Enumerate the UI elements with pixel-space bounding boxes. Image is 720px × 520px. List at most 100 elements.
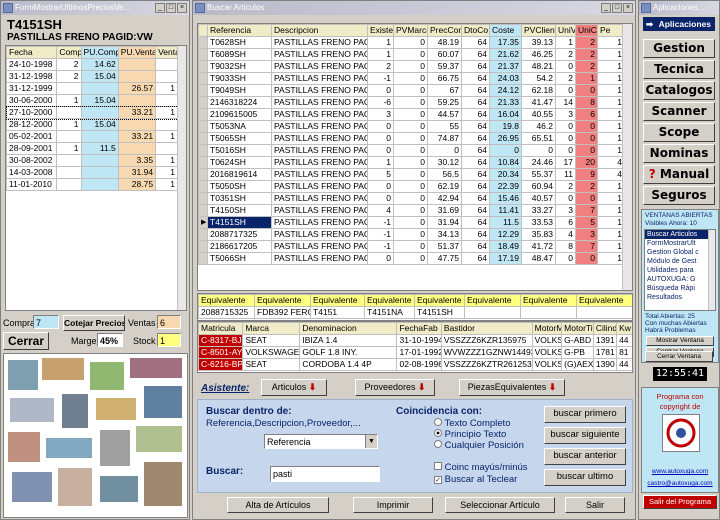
column-header[interactable]: PU.Compra <box>80 46 119 59</box>
radio-principio-texto[interactable]: Principio Texto <box>434 429 506 440</box>
table-row[interactable]: 2088715325FDB392 FERODT4151T4151NAT4151S… <box>198 306 632 319</box>
table-row[interactable]: 2109615005 PASTILLAS FRENO PAG 3 0 44.57 64 16… <box>198 108 625 121</box>
seguros-button[interactable]: Seguros <box>643 186 715 205</box>
close-icon[interactable]: × <box>177 3 187 13</box>
close-icon[interactable]: × <box>623 3 633 13</box>
table-row[interactable]: 30-08-2002 3.35 1 <box>6 154 178 167</box>
email-link[interactable]: castro@autoxuga.com <box>642 480 718 487</box>
table-row[interactable]: T5050SH PASTILLAS FRENO PAG 0 0 62.19 64 22.39… <box>198 180 625 193</box>
table-row[interactable]: T5065SH PASTILLAS FRENO PAG 0 0 74.87 64 26.95… <box>198 132 625 145</box>
manual-button[interactable]: ? Manual <box>643 165 715 184</box>
table-row[interactable]: 30-06-2000 1 15.04 <box>6 94 178 107</box>
mostrar-ventana-button[interactable]: Mostrar Ventana <box>646 336 714 346</box>
cotejar-precios-button[interactable]: Cotejar Precios <box>63 315 125 331</box>
tecnica-button[interactable]: Tecnica <box>643 60 715 79</box>
column-header[interactable]: Equivalente <box>520 294 577 307</box>
list-item[interactable]: Utilidades para <box>645 266 715 275</box>
gestion-button[interactable]: Gestion <box>643 39 715 58</box>
column-header[interactable]: Compr <box>56 46 82 59</box>
table-row[interactable]: 27-10-2000 33.21 1 <box>6 105 179 120</box>
table-row[interactable]: ▶ T4151SH PASTILLAS FRENO PAG -1 0 31.94 64 11.… <box>198 216 625 229</box>
salir-button[interactable]: Salir <box>565 497 625 513</box>
url-link[interactable]: www.autoxuga.com <box>642 468 718 475</box>
nominas-button[interactable]: Nominas <box>643 144 715 163</box>
salir-programa-button[interactable]: Salir del Programa <box>643 495 717 509</box>
column-header[interactable]: Equivalente <box>464 294 521 307</box>
list-item[interactable]: Resultados <box>645 293 715 302</box>
column-header[interactable]: Venta <box>155 46 178 59</box>
tab-piezas-equivalentes[interactable]: PiezasEquivalentes ⬇ <box>459 379 565 396</box>
table-row[interactable]: T5066SH PASTILLAS FRENO PAG 0 0 47.75 64 17.19… <box>198 252 625 265</box>
table-row[interactable]: T0624SH PASTILLAS FRENO PAG 1 0 30.12 64 10.84… <box>198 156 625 169</box>
check-teclear[interactable]: ✓ Buscar al Teclear <box>434 474 517 485</box>
imprimir-button[interactable]: Imprimir <box>353 497 433 513</box>
column-header[interactable]: Fecha <box>6 46 58 59</box>
buscar-primero-button[interactable]: buscar primero <box>544 406 626 423</box>
column-header[interactable]: Matricula <box>198 322 244 335</box>
column-header[interactable]: Equivalente <box>414 294 465 307</box>
column-header[interactable]: Equivalente <box>254 294 311 307</box>
maximize-icon[interactable]: □ <box>166 3 176 13</box>
column-header[interactable]: FechaFab <box>396 322 442 335</box>
minimize-icon[interactable]: _ <box>155 3 165 13</box>
column-header[interactable]: Existen <box>367 24 394 37</box>
tab-articulos[interactable]: Articulos ⬇ <box>261 379 327 396</box>
table-row[interactable]: T4150SH PASTILLAS FRENO PAG 4 0 31.69 64 11.41… <box>198 204 625 217</box>
column-header[interactable]: UniC <box>575 24 598 37</box>
scanner-button[interactable]: Scanner <box>643 102 715 121</box>
table-row[interactable]: 14-03-2008 31.94 1 <box>6 166 178 179</box>
compras-field[interactable]: 7 <box>33 315 59 329</box>
table-row[interactable]: 2146318224 PASTILLAS FRENO PAG -6 0 59.25 64 2… <box>198 96 625 109</box>
scope-button[interactable]: Scope <box>643 123 715 142</box>
list-item[interactable]: Gestion Global c <box>645 248 715 257</box>
stock-field[interactable]: 1 <box>157 333 181 347</box>
table-row[interactable]: C-6216-BP SEAT CORDOBA 1.4 4P 02-08-1996 VSS… <box>198 358 632 371</box>
table-row[interactable]: 31-12-1999 26.57 1 <box>6 82 178 95</box>
cerrar-button[interactable]: Cerrar <box>3 332 49 350</box>
buscar-siguiente-button[interactable]: buscar siguiente <box>544 427 626 444</box>
cerrar-ventana-button[interactable]: Cerrar Ventana <box>645 351 713 362</box>
buscar-anterior-button[interactable]: buscar anterior <box>544 448 626 465</box>
margen-field[interactable]: 45% <box>97 333 123 347</box>
catalogos-button[interactable]: Catalogos <box>643 81 715 100</box>
buscar-ultimo-button[interactable]: buscar ultimo <box>544 469 626 486</box>
column-header[interactable]: Coste <box>489 24 522 37</box>
column-header[interactable]: DtoCo <box>461 24 490 37</box>
list-item[interactable]: Búsqueda Rápi <box>645 284 715 293</box>
table-row[interactable]: T0351SH PASTILLAS FRENO PAG 0 0 42.94 64 15.46… <box>198 192 625 205</box>
table-row[interactable]: 28-09-2001 1 11.5 <box>6 142 178 155</box>
table-row[interactable]: 11-01-2010 28.75 1 <box>6 178 178 191</box>
table-row[interactable]: 2186617205 PASTILLAS FRENO PAG -1 0 51.37 64 1… <box>198 240 625 253</box>
maximize-icon[interactable]: □ <box>612 3 622 13</box>
buscar-dentro-select[interactable]: Referencia ▼ <box>264 434 378 449</box>
ventas-field[interactable]: 6 <box>157 315 181 329</box>
search-input[interactable]: pasti <box>270 466 380 482</box>
column-header[interactable]: Equivalente <box>364 294 415 307</box>
table-row[interactable]: 2016819614 PASTILLAS FRENO PAG 5 0 56.5 64 20.… <box>198 168 625 181</box>
column-header[interactable]: Descripcion <box>271 24 368 37</box>
column-header[interactable]: Referencia <box>207 24 272 37</box>
minimize-icon[interactable]: _ <box>601 3 611 13</box>
table-row[interactable]: C-8501-AY VOLKSWAGEN GOLF 1.8 INY. 17-01-19… <box>198 346 632 359</box>
list-item[interactable]: AUTOXUGA: G <box>645 275 715 284</box>
column-header[interactable]: Bastidor <box>440 322 533 335</box>
chevron-down-icon[interactable]: ▼ <box>365 435 377 448</box>
check-mayus[interactable]: Coinc mayús/minús <box>434 462 528 473</box>
main-window-titlebar[interactable]: Buscar Articulos _ □ × <box>193 1 635 15</box>
table-row[interactable]: T9049SH PASTILLAS FRENO PAG 0 0 67 64 24.12 62.… <box>198 84 625 97</box>
list-item[interactable]: FormMostrarUlt <box>645 239 715 248</box>
windows-list-scrollbar[interactable] <box>708 230 715 310</box>
column-header[interactable]: Marca <box>242 322 301 335</box>
column-header[interactable]: Equivalente <box>310 294 365 307</box>
table-row[interactable]: T5016SH PASTILLAS FRENO PAG 0 0 0 64 0 0 0 0 1 <box>198 144 625 157</box>
column-header[interactable]: PU.Venta <box>117 46 157 59</box>
articles-scrollbar[interactable] <box>622 24 632 290</box>
column-header[interactable]: Kw <box>616 322 632 335</box>
table-row[interactable]: T9032SH PASTILLAS FRENO PAG 2 0 59.37 64 21.37… <box>198 60 625 73</box>
alta-articulos-button[interactable]: Alta de Artículos <box>227 497 329 513</box>
column-header[interactable]: PVMarca <box>393 24 428 37</box>
table-row[interactable]: T5053NA PASTILLAS FRENO PAG 0 0 55 64 19.8 46.2… <box>198 120 625 133</box>
table-row[interactable]: C-8317-BJ SEAT IBIZA 1.4 31-10-1994 VSSZZZ6K… <box>198 334 632 347</box>
table-row[interactable]: T9033SH PASTILLAS FRENO PAG -1 0 66.75 64 24.0… <box>198 72 625 85</box>
table-row[interactable]: T6089SH PASTILLAS FRENO PAG 1 0 60.07 64 21.62… <box>198 48 625 61</box>
